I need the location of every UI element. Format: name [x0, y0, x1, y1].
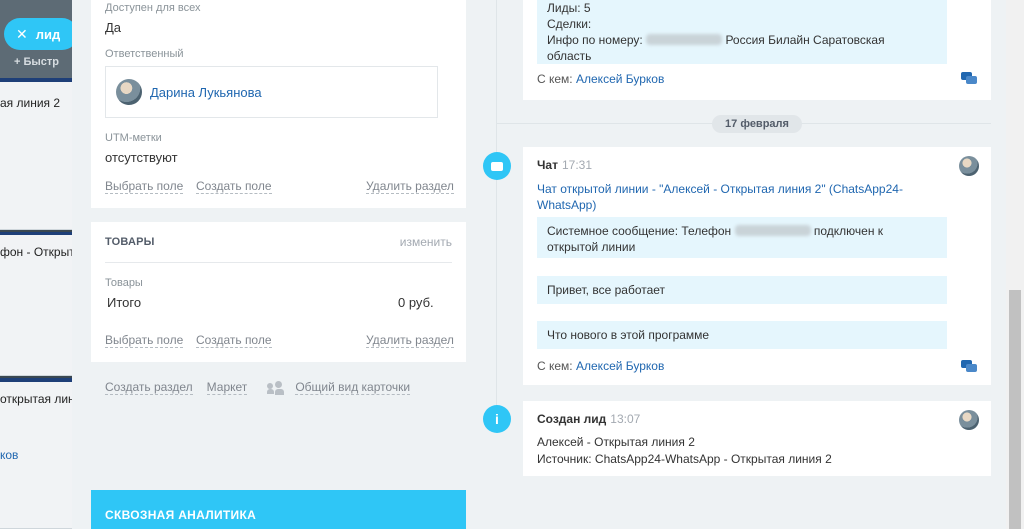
responsible-field[interactable]: Дарина Лукьянова	[105, 66, 438, 118]
create-section-link[interactable]: Создать раздел	[105, 380, 193, 395]
chat-bubble-icon[interactable]	[961, 360, 977, 373]
utm-value: отсутствуют	[105, 150, 178, 165]
avatar	[116, 79, 142, 105]
contact-link[interactable]: Алексей Бурков	[576, 72, 664, 86]
blurred-phone	[734, 225, 811, 236]
total-label: Итого	[107, 295, 142, 310]
select-field-link[interactable]: Выбрать поле	[105, 179, 184, 194]
total-value: 0 руб.	[398, 295, 434, 310]
quick-filter-button[interactable]: + Быстр	[14, 56, 59, 68]
timeline-item-lead-created: Создан лид 13:07 Алексей - Открытая линия…	[523, 401, 991, 476]
lead-created-title: Создан лид 13:07	[537, 412, 641, 426]
chat-bubble-icon	[483, 152, 511, 180]
market-link[interactable]: Маркет	[206, 380, 248, 395]
close-icon[interactable]: ✕	[16, 26, 28, 43]
system-message: Системное сообщение: Телефон подключен к…	[537, 217, 947, 258]
avatar	[959, 156, 979, 176]
with-whom: С кем: Алексей Бурков	[537, 359, 665, 373]
fields-section: Доступен для всех Да Ответственный Дарин…	[91, 0, 466, 208]
background-link[interactable]: ков	[0, 448, 18, 462]
date-separator: 17 февраля	[712, 115, 802, 133]
chat-message: Привет, все работает	[537, 276, 947, 304]
chat-bubble-icon[interactable]	[961, 72, 977, 85]
lead-source-line: Источник: ChatsApp24-WhatsApp - Открытая…	[537, 452, 832, 466]
card-actions: Создать раздел Маркет Общий вид карточки	[105, 380, 411, 395]
timeline-line	[496, 0, 497, 420]
background-list-item[interactable]: фон - Открыт	[0, 232, 80, 376]
background-list-item[interactable]: открытая лини ков	[0, 378, 80, 529]
chat-message: Что нового в этой программе	[537, 321, 947, 349]
analytics-section-header[interactable]: СКВОЗНАЯ АНАЛИТИКА	[91, 490, 466, 529]
info-icon: i	[483, 405, 511, 433]
contact-link[interactable]: Алексей Бурков	[576, 359, 664, 373]
responsible-label: Ответственный	[105, 48, 184, 60]
select-field-link[interactable]: Выбрать поле	[105, 333, 184, 348]
available-value: Да	[105, 20, 122, 35]
with-whom: С кем: Алексей Бурков	[537, 72, 665, 86]
lead-slider: Доступен для всех Да Ответственный Дарин…	[72, 0, 1024, 529]
card-view-link[interactable]: Общий вид карточки	[267, 380, 411, 395]
delete-section-link[interactable]: Удалить раздел	[366, 333, 454, 348]
background-toolbar: ✕ лид + Быстр	[0, 0, 80, 78]
background-list-item[interactable]: ая линия 2	[0, 78, 80, 230]
available-label: Доступен для всех	[105, 2, 201, 14]
products-section: ТОВАРЫ изменить Товары Итого 0 руб. Выбр…	[91, 222, 466, 362]
create-field-link[interactable]: Создать поле	[196, 333, 272, 348]
timeline-item-chat: Чат 17:31 Чат открытой линии - "Алексей -…	[523, 147, 991, 385]
products-label: Товары	[105, 277, 143, 289]
chat-link[interactable]: Чат открытой линии - "Алексей - Открытая…	[537, 181, 903, 213]
products-change-link[interactable]: изменить	[400, 235, 452, 249]
divider	[105, 262, 452, 263]
scrollbar-thumb[interactable]	[1009, 290, 1021, 529]
products-title: ТОВАРЫ	[105, 236, 155, 248]
create-field-link[interactable]: Создать поле	[196, 179, 272, 194]
chat-title: Чат 17:31	[537, 158, 593, 172]
lead-created-line: Алексей - Открытая линия 2	[537, 435, 695, 449]
info-message: Лиды: 5 Сделки: Инфо по номеру: Россия Б…	[537, 0, 947, 64]
lid-tab-pill[interactable]: ✕ лид	[4, 18, 78, 50]
timeline-item-call-info: Лиды: 5 Сделки: Инфо по номеру: Россия Б…	[523, 0, 991, 100]
delete-section-link[interactable]: Удалить раздел	[366, 179, 454, 194]
blurred-phone	[646, 34, 723, 45]
responsible-name[interactable]: Дарина Лукьянова	[150, 85, 262, 100]
lid-tab-label: лид	[35, 26, 61, 42]
avatar	[959, 410, 979, 430]
utm-label: UTM-метки	[105, 132, 162, 144]
background-list: ✕ лид + Быстр ая линия 2 фон - Открыт от…	[0, 0, 80, 529]
people-icon	[267, 380, 289, 395]
